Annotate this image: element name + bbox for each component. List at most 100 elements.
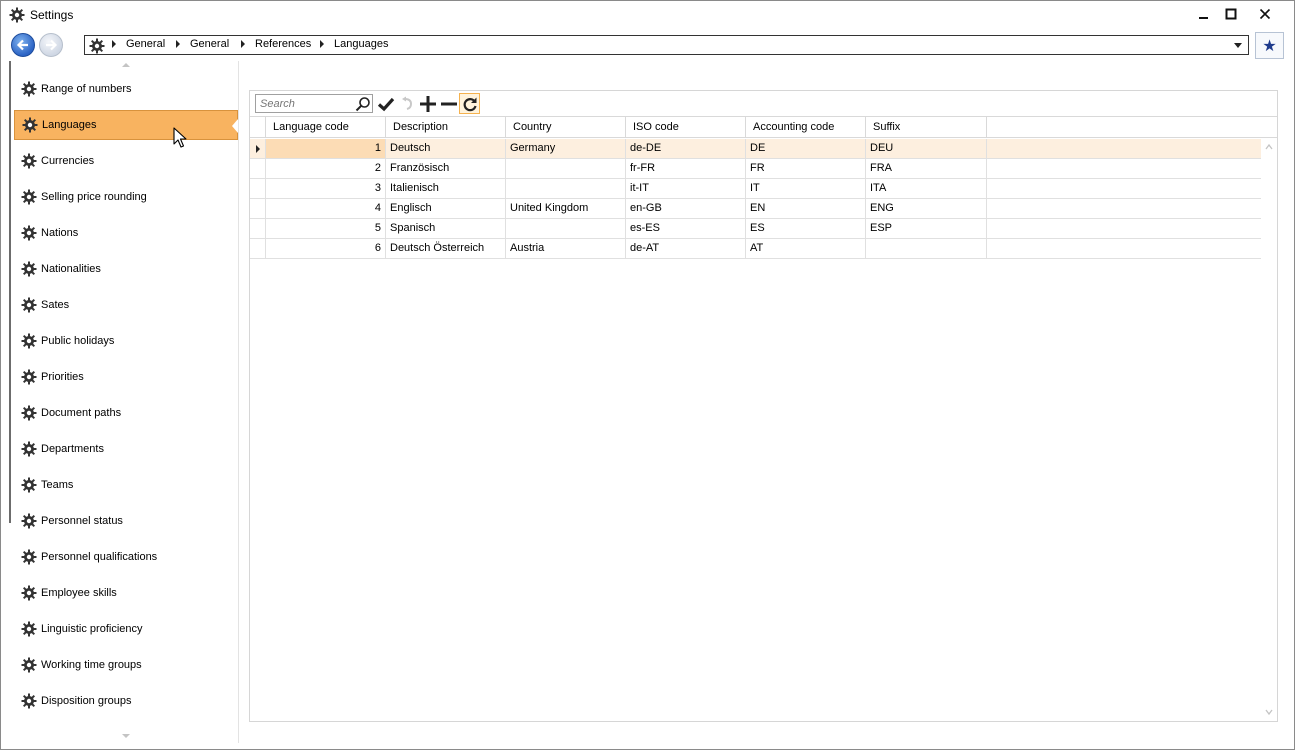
breadcrumb-item[interactable]: General: [112, 38, 165, 50]
scroll-down-icon[interactable]: [122, 734, 130, 738]
row-selector[interactable]: [250, 239, 266, 258]
table-cell[interactable]: de-AT: [626, 239, 746, 258]
table-cell[interactable]: de-DE: [626, 139, 746, 158]
sidebar-item[interactable]: Employee skills: [14, 578, 238, 608]
table-row[interactable]: 2 Französisch fr-FR FR FRA: [250, 159, 1261, 179]
table-cell[interactable]: Spanisch: [386, 219, 506, 238]
breadcrumb-item[interactable]: Languages: [320, 38, 388, 50]
add-button[interactable]: [417, 93, 438, 114]
scroll-up-icon[interactable]: [122, 63, 130, 67]
breadcrumb[interactable]: General General References Languages: [84, 35, 1249, 55]
breadcrumb-item[interactable]: References: [241, 38, 311, 50]
save-button[interactable]: [375, 93, 396, 114]
undo-button[interactable]: [396, 93, 417, 114]
table-cell[interactable]: ES: [746, 219, 866, 238]
table-cell[interactable]: 2: [266, 159, 386, 178]
search-icon[interactable]: [355, 96, 371, 112]
sidebar-item[interactable]: Linguistic proficiency: [14, 614, 238, 644]
column-header[interactable]: Language code: [266, 117, 386, 138]
remove-button[interactable]: [438, 93, 459, 114]
table-cell[interactable]: Deutsch Österreich: [386, 239, 506, 258]
search-box[interactable]: [255, 94, 373, 113]
sidebar-item[interactable]: Departments: [14, 434, 238, 464]
sidebar-item[interactable]: Priorities: [14, 362, 238, 392]
plus-icon: [419, 95, 436, 112]
table-cell[interactable]: DE: [746, 139, 866, 158]
sidebar-item[interactable]: Personnel qualifications: [14, 542, 238, 572]
sidebar-item[interactable]: Disposition groups: [14, 686, 238, 716]
maximize-button[interactable]: [1214, 3, 1248, 25]
table-cell[interactable]: DEU: [866, 139, 987, 158]
sidebar-item[interactable]: Languages: [14, 110, 238, 140]
sidebar-item[interactable]: Currencies: [14, 146, 238, 176]
table-cell[interactable]: [506, 179, 626, 198]
sidebar-item[interactable]: Nations: [14, 218, 238, 248]
row-selector[interactable]: [250, 139, 266, 158]
table-cell[interactable]: es-ES: [626, 219, 746, 238]
table-cell[interactable]: [506, 159, 626, 178]
grid-scrollbar[interactable]: [1261, 139, 1277, 721]
column-header[interactable]: Description: [386, 117, 506, 138]
chevron-up-icon[interactable]: [1265, 143, 1273, 151]
table-cell[interactable]: Englisch: [386, 199, 506, 218]
close-button[interactable]: [1248, 3, 1282, 25]
breadcrumb-item[interactable]: General: [176, 38, 229, 50]
table-cell[interactable]: FR: [746, 159, 866, 178]
search-input[interactable]: [256, 95, 352, 112]
table-cell[interactable]: [506, 219, 626, 238]
row-selector[interactable]: [250, 179, 266, 198]
table-cell[interactable]: 6: [266, 239, 386, 258]
sidebar-item[interactable]: Working time groups: [14, 650, 238, 680]
table-cell[interactable]: EN: [746, 199, 866, 218]
sidebar-item[interactable]: Personnel status: [14, 506, 238, 536]
favorite-button[interactable]: ★: [1255, 32, 1284, 59]
sidebar-item[interactable]: Sates: [14, 290, 238, 320]
table-cell[interactable]: United Kingdom: [506, 199, 626, 218]
sidebar-item[interactable]: Document paths: [14, 398, 238, 428]
sidebar-item[interactable]: Selling price rounding: [14, 182, 238, 212]
table-cell[interactable]: AT: [746, 239, 866, 258]
sidebar-item[interactable]: Range of numbers: [14, 74, 238, 104]
table-cell[interactable]: FRA: [866, 159, 987, 178]
sidebar-item[interactable]: Public holidays: [14, 326, 238, 356]
table-cell[interactable]: it-IT: [626, 179, 746, 198]
row-selector[interactable]: [250, 199, 266, 218]
column-header[interactable]: ISO code: [626, 117, 746, 138]
table-cell[interactable]: IT: [746, 179, 866, 198]
table-cell[interactable]: 1: [266, 139, 386, 158]
table-cell[interactable]: ENG: [866, 199, 987, 218]
column-header[interactable]: Accounting code: [746, 117, 866, 138]
refresh-button[interactable]: [459, 93, 480, 114]
table-cell[interactable]: Germany: [506, 139, 626, 158]
sidebar-item-label: Departments: [41, 443, 104, 455]
row-selector[interactable]: [250, 219, 266, 238]
table-cell[interactable]: [866, 239, 987, 258]
table-cell[interactable]: ITA: [866, 179, 987, 198]
table-row[interactable]: 4 Englisch United Kingdom en-GB EN ENG: [250, 199, 1261, 219]
back-button[interactable]: [11, 33, 35, 57]
table-cell[interactable]: Deutsch: [386, 139, 506, 158]
table-cell[interactable]: ESP: [866, 219, 987, 238]
table-cell[interactable]: 4: [266, 199, 386, 218]
table-row[interactable]: 1 Deutsch Germany de-DE DE DEU: [250, 139, 1261, 159]
table-cell[interactable]: Italienisch: [386, 179, 506, 198]
table-cell[interactable]: en-GB: [626, 199, 746, 218]
gear-icon: [22, 117, 38, 133]
table-cell[interactable]: 3: [266, 179, 386, 198]
forward-button[interactable]: [39, 33, 63, 57]
table-cell[interactable]: fr-FR: [626, 159, 746, 178]
table-cell[interactable]: Französisch: [386, 159, 506, 178]
sidebar-item-label: Range of numbers: [41, 83, 132, 95]
column-header[interactable]: Suffix: [866, 117, 987, 138]
row-selector[interactable]: [250, 159, 266, 178]
table-cell[interactable]: 5: [266, 219, 386, 238]
table-row[interactable]: 6 Deutsch Österreich Austria de-AT AT: [250, 239, 1261, 259]
sidebar-item[interactable]: Teams: [14, 470, 238, 500]
table-row[interactable]: 5 Spanisch es-ES ES ESP: [250, 219, 1261, 239]
chevron-down-icon[interactable]: [1265, 708, 1273, 716]
table-row[interactable]: 3 Italienisch it-IT IT ITA: [250, 179, 1261, 199]
table-cell[interactable]: Austria: [506, 239, 626, 258]
sidebar-item[interactable]: Nationalities: [14, 254, 238, 284]
column-header[interactable]: Country: [506, 117, 626, 138]
chevron-down-icon[interactable]: [1234, 43, 1242, 48]
